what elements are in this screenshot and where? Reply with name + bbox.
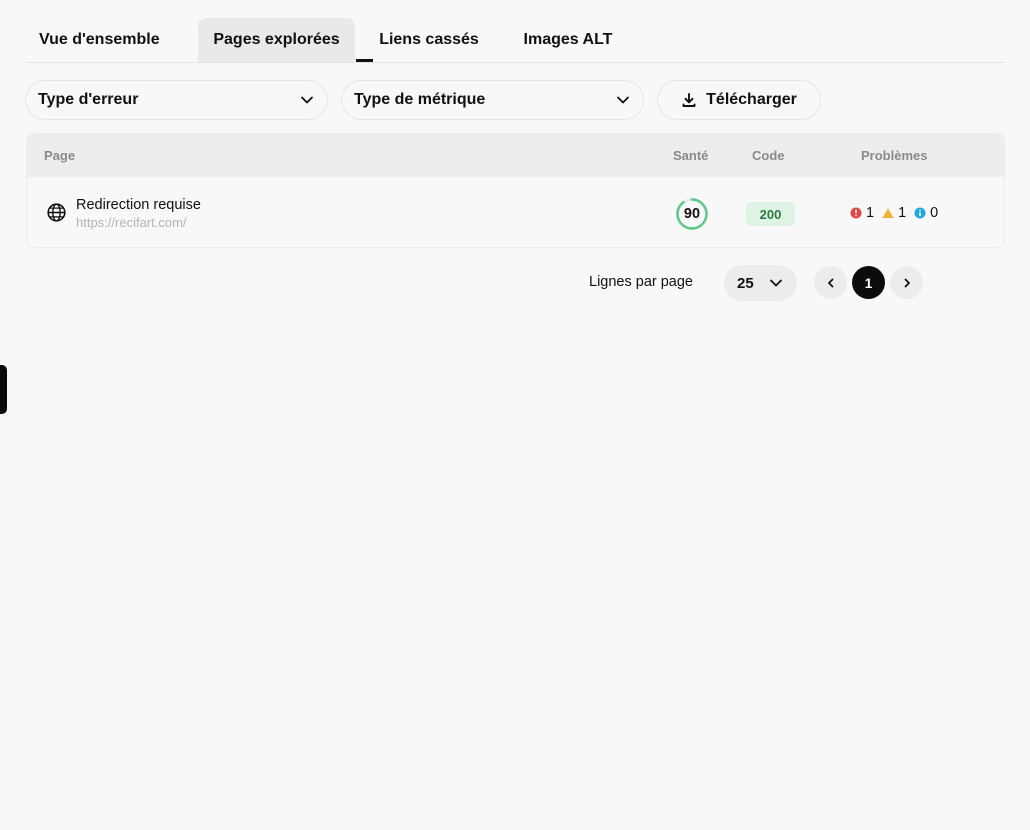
- info-icon: [914, 207, 926, 219]
- column-header-issues[interactable]: Problèmes: [861, 148, 927, 163]
- previous-page-button[interactable]: [814, 266, 847, 299]
- notice-count[interactable]: 0: [914, 205, 938, 221]
- error-icon: [850, 207, 862, 219]
- tab-broken-links[interactable]: Liens cassés: [359, 18, 499, 62]
- error-count[interactable]: 1: [850, 205, 874, 221]
- tab-label: Pages explorées: [213, 31, 340, 48]
- chevron-right-icon: [904, 278, 910, 287]
- column-header-health[interactable]: Santé: [673, 148, 708, 163]
- page-url[interactable]: https://recifart.com/: [76, 215, 187, 230]
- rows-per-page-value: 25: [737, 274, 754, 292]
- chevron-down-icon: [301, 96, 313, 104]
- download-button[interactable]: Télécharger: [657, 80, 821, 120]
- globe-icon: [47, 203, 66, 222]
- tab-overview[interactable]: Vue d'ensemble: [26, 18, 194, 62]
- table-header: Page Santé Code Problèmes: [27, 134, 1004, 177]
- active-tab-indicator: [356, 59, 373, 62]
- rows-per-page-select[interactable]: 25: [724, 265, 797, 301]
- current-page-number: 1: [864, 274, 873, 291]
- chevron-down-icon: [617, 96, 629, 104]
- warning-icon: [882, 208, 894, 218]
- error-type-label: Type d'erreur: [38, 91, 139, 108]
- tab-images-alt[interactable]: Images ALT: [503, 18, 633, 62]
- warning-count[interactable]: 1: [882, 205, 906, 221]
- download-icon: [682, 93, 696, 107]
- chevron-down-icon: [770, 279, 782, 287]
- tab-label: Liens cassés: [379, 31, 479, 48]
- page-button-current[interactable]: 1: [852, 266, 885, 299]
- warning-count-value: 1: [898, 205, 907, 221]
- seo-report-page: Vue d'ensemble Pages explorées Liens cas…: [0, 0, 1030, 830]
- chevron-left-icon: [827, 278, 833, 287]
- tab-label: Vue d'ensemble: [39, 31, 160, 48]
- error-type-dropdown[interactable]: Type d'erreur: [25, 80, 328, 120]
- tab-label: Images ALT: [523, 31, 613, 48]
- table-row[interactable]: Redirection requise https://recifart.com…: [27, 177, 1004, 247]
- tab-crawled-pages[interactable]: Pages explorées: [198, 18, 355, 62]
- column-header-code[interactable]: Code: [752, 148, 785, 163]
- error-count-value: 1: [866, 205, 875, 221]
- next-page-button[interactable]: [890, 266, 923, 299]
- notice-count-value: 0: [930, 205, 939, 221]
- metric-type-label: Type de métrique: [354, 91, 486, 108]
- status-code-badge: 200: [746, 202, 795, 226]
- rows-per-page-label: Lignes par page: [589, 274, 693, 290]
- download-label: Télécharger: [706, 91, 797, 108]
- issues-summary: 1 1 0: [850, 205, 946, 221]
- side-panel-handle[interactable]: [0, 365, 7, 414]
- health-score: 90: [683, 206, 701, 222]
- page-title[interactable]: Redirection requise: [76, 197, 201, 213]
- column-header-page[interactable]: Page: [44, 148, 75, 163]
- metric-type-dropdown[interactable]: Type de métrique: [341, 80, 644, 120]
- tab-bar: Vue d'ensemble Pages explorées Liens cas…: [26, 18, 1005, 63]
- pages-table: Page Santé Code Problèmes Redirection re…: [26, 133, 1005, 248]
